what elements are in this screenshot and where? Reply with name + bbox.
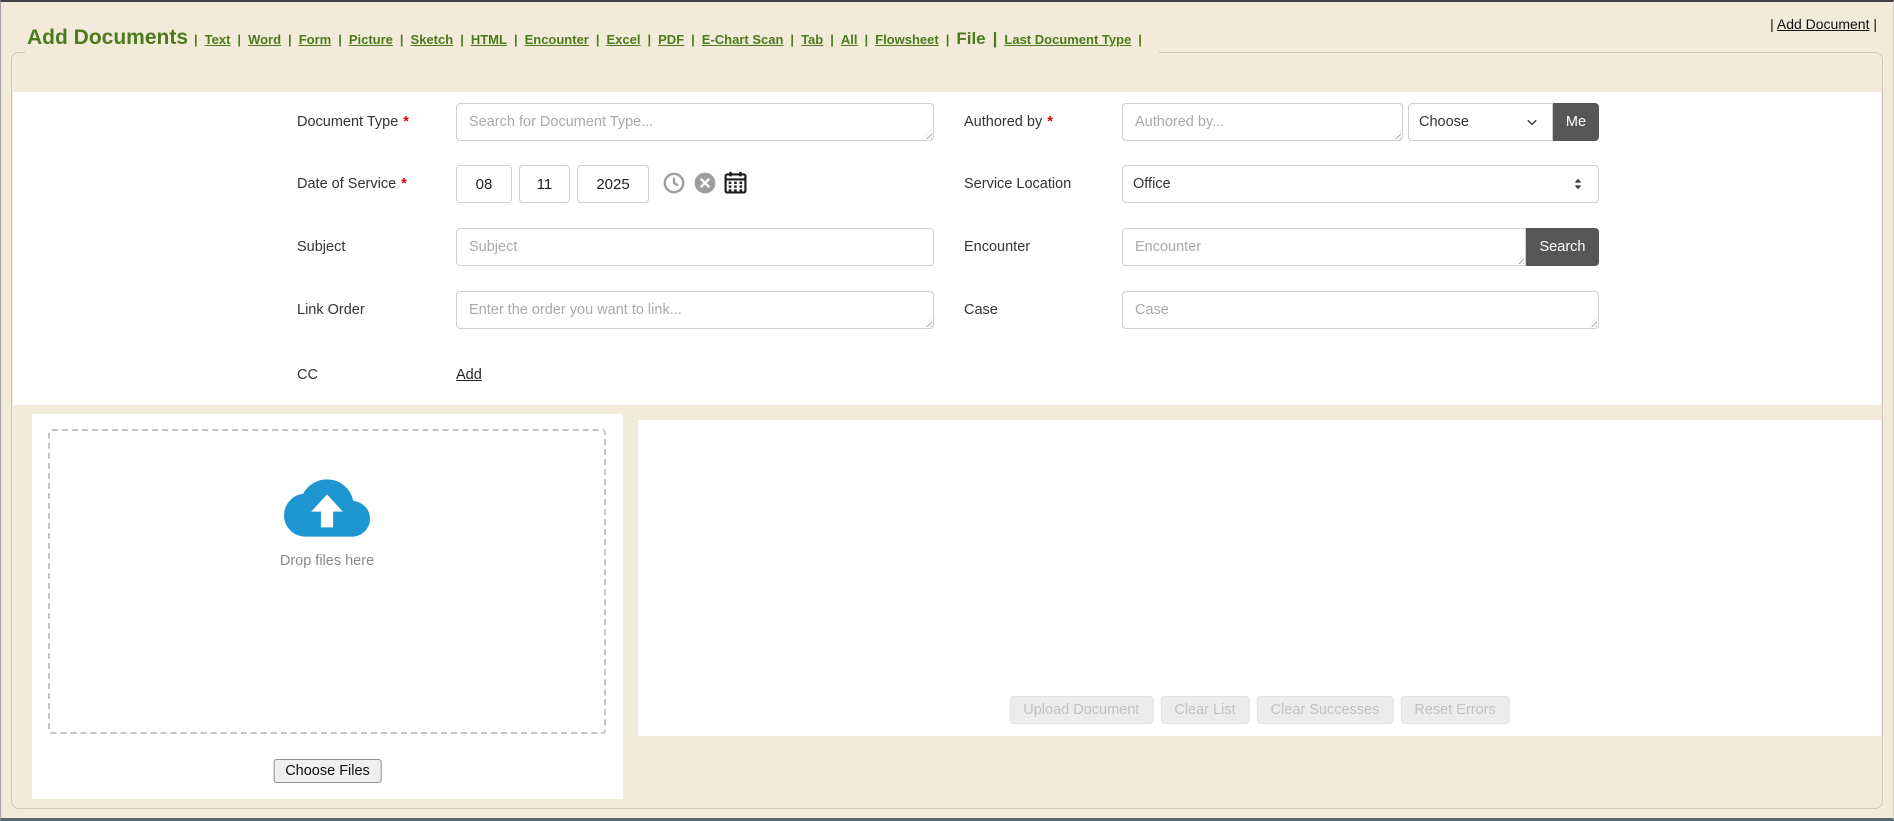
tab-excel[interactable]: Excel <box>607 32 659 47</box>
document-form-panel: Document Type* Authored by* Choose Me Da… <box>13 92 1881 405</box>
tab-word[interactable]: Word <box>248 32 299 47</box>
choose-files-button[interactable]: Choose Files <box>273 759 382 783</box>
add-document-link-label: Add Document <box>1777 16 1870 32</box>
link-order-input[interactable] <box>456 291 934 329</box>
tab-html[interactable]: HTML <box>471 32 525 47</box>
encounter-search-button[interactable]: Search <box>1526 228 1599 266</box>
tab-sketch[interactable]: Sketch <box>411 32 471 47</box>
service-location-label: Service Location <box>964 165 1071 203</box>
clear-list-button[interactable]: Clear List <box>1160 696 1249 724</box>
encounter-label: Encounter <box>964 228 1030 266</box>
tab-picture[interactable]: Picture <box>349 32 411 47</box>
date-month-input[interactable] <box>456 165 512 203</box>
cc-add-link[interactable]: Add <box>456 358 482 392</box>
page-title: Add Documents <box>27 26 188 50</box>
cc-label: CC <box>297 358 318 392</box>
authored-by-choose-select[interactable]: Choose <box>1408 103 1553 141</box>
tab-all[interactable]: All <box>841 32 875 47</box>
date-year-input[interactable] <box>577 165 649 203</box>
up-down-arrows-icon <box>1568 174 1588 194</box>
calendar-icon[interactable] <box>722 169 748 195</box>
required-asterisk: * <box>401 176 407 192</box>
me-button[interactable]: Me <box>1553 103 1599 141</box>
case-field-wrap <box>1122 291 1599 329</box>
tab-form[interactable]: Form <box>299 32 349 47</box>
case-label: Case <box>964 291 998 329</box>
tab-file[interactable]: File <box>956 29 1004 49</box>
date-day-input[interactable] <box>519 165 570 203</box>
case-input[interactable] <box>1122 291 1599 329</box>
drop-files-zone[interactable]: Drop files here <box>48 429 606 734</box>
tab-tab[interactable]: Tab <box>801 32 841 47</box>
encounter-input[interactable] <box>1122 228 1526 266</box>
tab-flowsheet[interactable]: Flowsheet <box>875 32 956 47</box>
upload-queue-panel: Upload Document Clear List Clear Success… <box>638 420 1881 736</box>
clear-successes-button[interactable]: Clear Successes <box>1257 696 1394 724</box>
tab-last-document-type[interactable]: Last Document Type <box>1004 32 1149 47</box>
reset-errors-button[interactable]: Reset Errors <box>1400 696 1509 724</box>
date-of-service-label: Date of Service* <box>297 165 407 203</box>
link-order-field-wrap <box>456 291 934 329</box>
upload-actions: Upload Document Clear List Clear Success… <box>1009 696 1510 724</box>
service-location-select[interactable]: Office <box>1122 165 1599 203</box>
tab-echart-scan[interactable]: E-Chart Scan <box>702 32 801 47</box>
cloud-upload-icon <box>284 465 370 551</box>
tab-pdf[interactable]: PDF <box>658 32 702 47</box>
chevron-down-icon <box>1522 112 1542 132</box>
drop-files-text: Drop files here <box>280 553 374 569</box>
file-upload-panel: Drop files here Choose Files <box>32 414 623 799</box>
authored-by-field-wrap <box>1122 103 1403 141</box>
page-header: Add Documents Text Word Form Picture Ske… <box>25 26 1159 56</box>
document-type-tabs: Text Word Form Picture Sketch HTML Encou… <box>194 29 1149 49</box>
link-order-label: Link Order <box>297 291 365 329</box>
tab-encounter[interactable]: Encounter <box>525 32 607 47</box>
document-type-label: Document Type* <box>297 103 409 141</box>
upload-document-button[interactable]: Upload Document <box>1009 696 1153 724</box>
encounter-field-wrap <box>1122 228 1526 266</box>
required-asterisk: * <box>403 114 409 130</box>
subject-label: Subject <box>297 228 345 266</box>
add-document-link[interactable]: Add Document <box>1770 16 1877 32</box>
subject-input[interactable] <box>456 228 934 266</box>
required-asterisk: * <box>1047 114 1053 130</box>
document-type-field-wrap <box>456 103 934 141</box>
document-type-input[interactable] <box>456 103 934 141</box>
tab-text[interactable]: Text <box>205 32 248 47</box>
clear-date-icon[interactable] <box>692 171 718 197</box>
add-documents-page: Add Document Add Documents Text Word For… <box>0 0 1894 821</box>
authored-by-label: Authored by* <box>964 103 1053 141</box>
time-clock-icon[interactable] <box>661 171 687 197</box>
authored-by-input[interactable] <box>1122 103 1403 141</box>
